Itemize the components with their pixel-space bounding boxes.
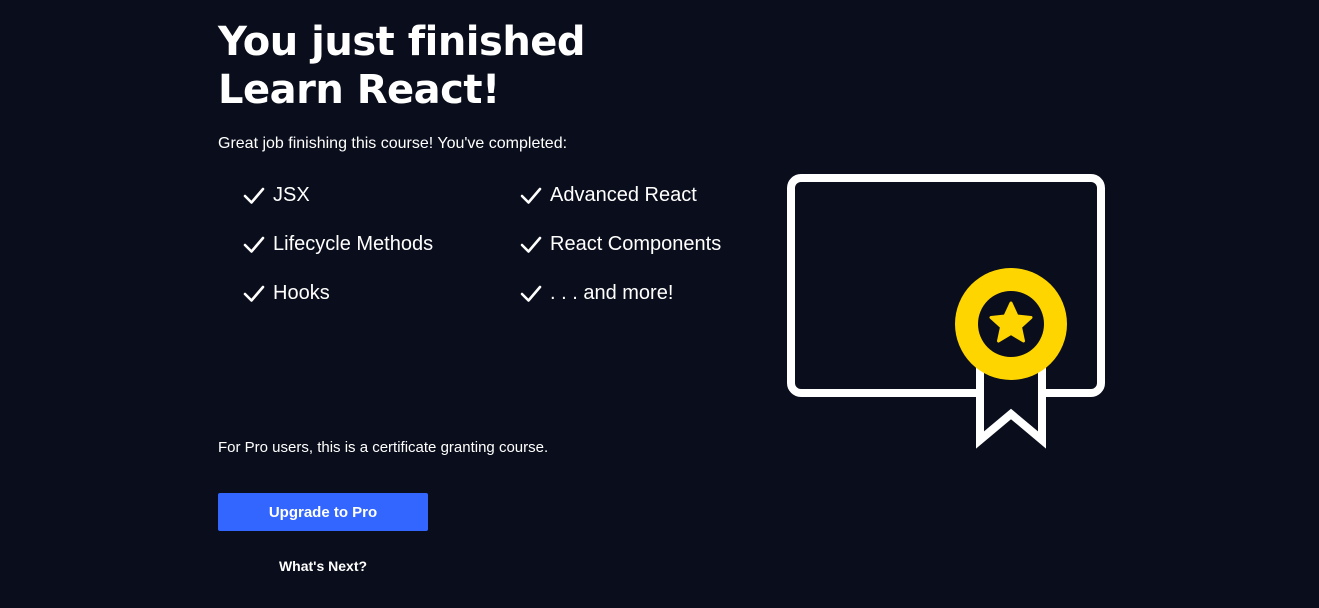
topic-label: Advanced React: [550, 184, 697, 206]
topic-item-advanced-react: Advanced React: [520, 184, 763, 233]
topic-item-and-more: . . . and more!: [520, 282, 763, 331]
completion-subtitle: Great job finishing this course! You've …: [218, 135, 568, 152]
check-icon: [520, 236, 542, 253]
check-icon: [243, 285, 265, 302]
check-icon: [243, 187, 265, 204]
completed-topics-list: JSX Advanced React Lifecycle Methods Rea…: [243, 184, 763, 331]
title-line-2: Learn React!: [218, 67, 500, 113]
star-badge-icon: [955, 268, 1067, 380]
whats-next-link[interactable]: What's Next?: [218, 556, 428, 576]
check-icon: [520, 285, 542, 302]
topic-item-hooks: Hooks: [243, 282, 520, 331]
topic-label: Hooks: [273, 282, 330, 304]
upgrade-to-pro-button[interactable]: Upgrade to Pro: [218, 493, 428, 531]
check-icon: [520, 187, 542, 204]
topic-label: Lifecycle Methods: [273, 233, 434, 255]
topic-label: . . . and more!: [550, 282, 674, 304]
topic-item-react-components: React Components: [520, 233, 763, 282]
check-icon: [243, 236, 265, 253]
topic-label: JSX: [273, 184, 310, 206]
topic-item-lifecycle-methods: Lifecycle Methods: [243, 233, 520, 282]
pro-certificate-note: For Pro users, this is a certificate gra…: [218, 439, 549, 456]
certificate-icon: [787, 174, 1105, 449]
course-complete-page: You just finished Learn React! Great job…: [0, 0, 1319, 608]
title-line-1: You just finished: [218, 19, 586, 65]
topic-item-jsx: JSX: [243, 184, 520, 233]
topic-label: React Components: [550, 233, 722, 255]
page-title: You just finished Learn React!: [218, 18, 586, 114]
